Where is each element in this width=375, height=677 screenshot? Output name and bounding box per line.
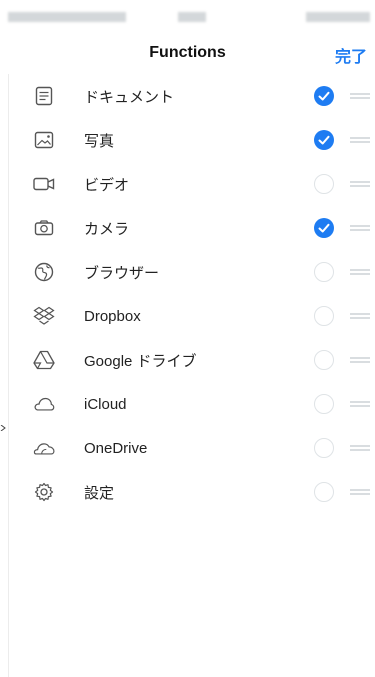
list-item-label: カメラ <box>84 220 130 238</box>
status-bar-center <box>178 12 206 22</box>
status-bar-left <box>8 12 126 22</box>
reorder-handle-icon[interactable] <box>350 400 370 408</box>
status-bar-right <box>306 12 370 22</box>
video-icon <box>33 173 55 195</box>
page-title: Functions <box>149 44 226 61</box>
checkbox-unchecked[interactable] <box>314 350 334 370</box>
google-drive-icon <box>33 349 55 371</box>
checkbox-checked[interactable] <box>314 130 334 150</box>
list-item-label: ビデオ <box>84 176 130 194</box>
list-item-dropbox[interactable]: Dropbox <box>9 294 375 338</box>
checkbox-checked[interactable] <box>314 218 334 238</box>
reorder-handle-icon[interactable] <box>350 224 370 232</box>
checkbox-unchecked[interactable] <box>314 174 334 194</box>
onedrive-icon <box>33 437 55 459</box>
reorder-handle-icon[interactable] <box>350 136 370 144</box>
left-edge-arrow-icon <box>0 418 6 432</box>
camera-icon <box>33 217 55 239</box>
checkbox-unchecked[interactable] <box>314 262 334 282</box>
reorder-handle-icon[interactable] <box>350 356 370 364</box>
list-item-icloud[interactable]: iCloud <box>9 382 375 426</box>
list-item-settings[interactable]: 設定 <box>9 470 375 514</box>
list-item-label: ドキュメント <box>84 88 175 106</box>
list-item-label: ブラウザー <box>84 264 160 282</box>
reorder-handle-icon[interactable] <box>350 312 370 320</box>
reorder-handle-icon[interactable] <box>350 444 370 452</box>
list-item-camera[interactable]: カメラ <box>9 206 375 250</box>
document-icon <box>33 85 55 107</box>
list-item-video[interactable]: ビデオ <box>9 162 375 206</box>
checkbox-unchecked[interactable] <box>314 482 334 502</box>
settings-gear-icon <box>33 481 55 503</box>
reorder-handle-icon[interactable] <box>350 488 370 496</box>
list-item-label: 設定 <box>84 484 115 502</box>
functions-list: ドキュメント 写真 ビデオ カメラ ブラウザー Dropbox Google ド… <box>8 74 375 677</box>
navigation-bar: Functions 完了 <box>0 28 375 72</box>
list-item-label: OneDrive <box>84 439 148 457</box>
icloud-icon <box>33 393 55 415</box>
reorder-handle-icon[interactable] <box>350 92 370 100</box>
list-item-google-drive[interactable]: Google ドライブ <box>9 338 375 382</box>
checkbox-unchecked[interactable] <box>314 306 334 326</box>
checkbox-unchecked[interactable] <box>314 438 334 458</box>
reorder-handle-icon[interactable] <box>350 268 370 276</box>
list-item-label: Dropbox <box>84 307 141 325</box>
list-item-photos[interactable]: 写真 <box>9 118 375 162</box>
checkbox-checked[interactable] <box>314 86 334 106</box>
dropbox-icon <box>33 305 55 327</box>
globe-icon <box>33 261 55 283</box>
list-item-browser[interactable]: ブラウザー <box>9 250 375 294</box>
checkbox-unchecked[interactable] <box>314 394 334 414</box>
reorder-handle-icon[interactable] <box>350 180 370 188</box>
status-bar <box>0 0 375 28</box>
list-item-onedrive[interactable]: OneDrive <box>9 426 375 470</box>
list-item-label: iCloud <box>84 395 127 413</box>
photo-icon <box>33 129 55 151</box>
list-item-document[interactable]: ドキュメント <box>9 74 375 118</box>
list-item-label: Google ドライブ <box>84 352 197 370</box>
list-item-label: 写真 <box>84 132 115 150</box>
done-button[interactable]: 完了 <box>335 43 367 67</box>
